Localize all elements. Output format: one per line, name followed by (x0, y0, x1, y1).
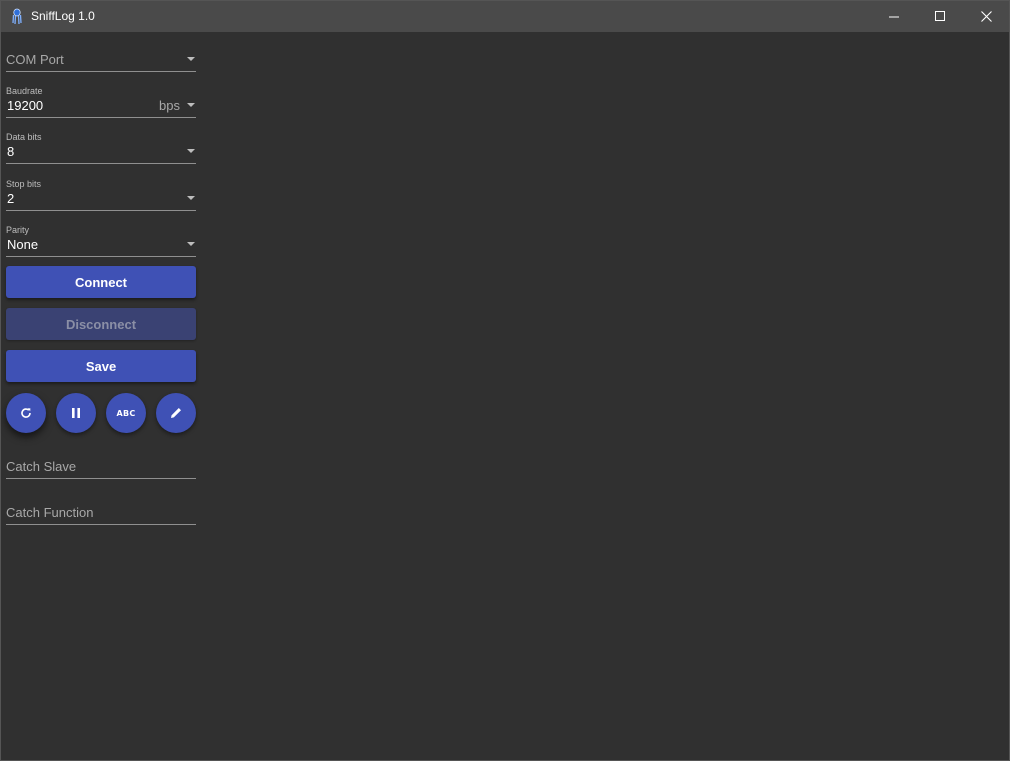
maximize-button[interactable] (917, 1, 963, 32)
stop-bits-value: 2 (7, 191, 15, 206)
save-button[interactable]: Save (6, 350, 196, 382)
data-bits-select[interactable]: Data bits 8 (6, 131, 196, 164)
chevron-down-icon (187, 149, 195, 153)
com-port-select[interactable]: COM Port (6, 49, 196, 72)
refresh-button[interactable] (6, 393, 46, 433)
bug-icon (12, 8, 22, 25)
abc-icon: ABC (116, 408, 136, 418)
chevron-down-icon (187, 57, 195, 61)
chevron-down-icon (187, 103, 195, 107)
pencil-icon (171, 408, 181, 418)
data-bits-value: 8 (7, 144, 15, 159)
stop-bits-label: Stop bits (6, 179, 42, 189)
catch-slave-input[interactable]: Catch Slave (6, 456, 196, 479)
chevron-down-icon (187, 242, 195, 246)
edit-button[interactable] (156, 393, 196, 433)
close-button[interactable] (963, 1, 1009, 32)
close-icon (980, 11, 992, 22)
baudrate-value: 19200 (7, 98, 44, 113)
pause-icon (72, 408, 80, 418)
parity-value: None (7, 237, 39, 252)
minimize-button[interactable] (871, 1, 917, 32)
abc-button[interactable]: ABC (106, 393, 146, 433)
parity-label: Parity (6, 225, 30, 235)
minimize-icon (888, 16, 899, 18)
disconnect-button[interactable]: Disconnect (6, 308, 196, 340)
catch-function-input[interactable]: Catch Function (6, 502, 196, 525)
chevron-down-icon (187, 196, 195, 200)
connect-button[interactable]: Connect (6, 266, 196, 298)
catch-slave-placeholder: Catch Slave (6, 459, 77, 474)
refresh-icon (21, 408, 31, 418)
data-bits-label: Data bits (6, 132, 42, 142)
parity-select[interactable]: Parity None (6, 224, 196, 257)
title-bar: SniffLog 1.0 (1, 1, 1009, 32)
catch-function-placeholder: Catch Function (6, 505, 94, 520)
baudrate-label: Baudrate (6, 86, 43, 96)
com-port-placeholder: COM Port (6, 52, 64, 67)
pause-button[interactable] (56, 393, 96, 433)
stop-bits-select[interactable]: Stop bits 2 (6, 178, 196, 211)
window-title: SniffLog 1.0 (31, 9, 95, 23)
baudrate-unit: bps (159, 98, 180, 113)
baudrate-select[interactable]: Baudrate 19200 bps (6, 85, 196, 118)
maximize-icon (934, 11, 945, 21)
